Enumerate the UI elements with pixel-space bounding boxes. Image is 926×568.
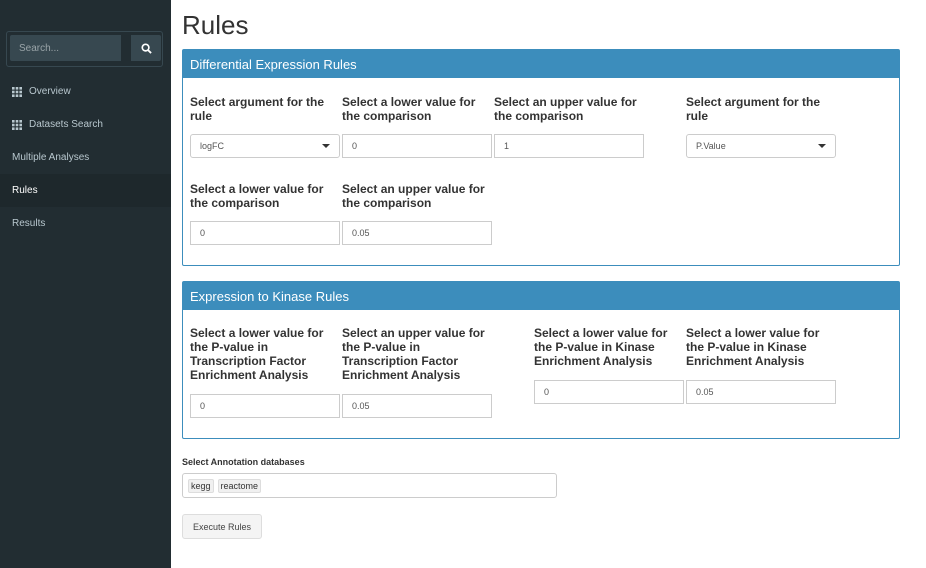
field-label: Select an upper value for the comparison: [494, 95, 637, 123]
kea-lower2-input[interactable]: 0.05: [686, 380, 836, 404]
grid-icon: [12, 119, 22, 130]
field-label: Select a lower value for the P-value in …: [534, 326, 668, 368]
field-label: Select an upper value for the comparison: [342, 182, 485, 210]
lower1-field: Select a lower value for the comparison: [342, 95, 488, 123]
input-value: 0.05: [352, 401, 370, 411]
upper2-field: Select an upper value for the comparison: [342, 182, 502, 210]
tf-lower-input[interactable]: 0: [190, 394, 340, 418]
field-label: Select a lower value for the comparison: [190, 182, 324, 210]
box-title: Expression to Kinase Rules: [183, 282, 899, 310]
kea-lower2-field: Select a lower value for the P-value in …: [686, 326, 832, 368]
upper2-input[interactable]: 0.05: [342, 221, 492, 245]
sidebar-item-label: Rules: [12, 185, 38, 196]
sidebar-search-form: [6, 31, 163, 67]
field-label: Select argument for the rule: [190, 95, 325, 123]
sidebar-item-results[interactable]: Results: [0, 207, 171, 240]
search-button[interactable]: [131, 35, 161, 61]
arg1-field: Select argument for the rule: [190, 95, 336, 123]
kea-lower-input[interactable]: 0: [534, 380, 684, 404]
annotation-multiselect[interactable]: kegg reactome: [182, 473, 557, 498]
box-title: Differential Expression Rules: [183, 50, 899, 78]
sidebar-item-overview[interactable]: Overview: [0, 75, 171, 108]
upper1-input[interactable]: 1: [494, 134, 644, 158]
input-value: 0.05: [696, 387, 714, 397]
arg1-select[interactable]: logFC: [190, 134, 340, 158]
main-content: Rules Differential Expression Rules Sele…: [171, 0, 926, 568]
caret-down-icon: [322, 144, 330, 148]
sidebar-item-label: Datasets Search: [29, 119, 103, 130]
sidebar-item-label: Overview: [29, 86, 71, 97]
search-icon: [140, 42, 152, 54]
field-label: Select an upper value for the P-value in…: [342, 326, 485, 382]
input-value: 0: [200, 228, 206, 238]
tf-upper-field: Select an upper value for the P-value in…: [342, 326, 498, 382]
sidebar-item-datasets-search[interactable]: Datasets Search: [0, 108, 171, 141]
select-value: P.Value: [696, 141, 726, 151]
upper1-field: Select an upper value for the comparison: [494, 95, 654, 123]
input-value: 0: [200, 401, 206, 411]
tf-lower-field: Select a lower value for the P-value in …: [190, 326, 336, 382]
input-value: 0: [352, 141, 358, 151]
grid-icon: [12, 86, 22, 97]
sidebar: Overview Datasets Search Multiple Analys…: [0, 0, 171, 568]
select-value: logFC: [200, 141, 225, 151]
lower2-input[interactable]: 0: [190, 221, 340, 245]
execute-rules-button[interactable]: Execute Rules: [182, 514, 262, 539]
kea-lower-field: Select a lower value for the P-value in …: [534, 326, 680, 368]
kinase-rules-box: Expression to Kinase Rules Select a lowe…: [182, 281, 900, 439]
input-value: 0: [544, 387, 550, 397]
field-label: Select a lower value for the comparison: [342, 95, 476, 123]
page-title: Rules: [182, 10, 249, 40]
sidebar-item-multiple-analyses[interactable]: Multiple Analyses: [0, 141, 171, 174]
field-label: Select a lower value for the P-value in …: [686, 326, 820, 368]
input-value: 0.05: [352, 228, 370, 238]
lower1-input[interactable]: 0: [342, 134, 492, 158]
annotation-tag[interactable]: kegg: [188, 478, 214, 493]
annotation-label: Select Annotation databases: [182, 457, 305, 467]
sidebar-item-label: Results: [12, 218, 46, 229]
annotation-tag[interactable]: reactome: [217, 478, 262, 493]
field-label: Select argument for the rule: [686, 95, 821, 123]
input-value: 1: [504, 141, 510, 151]
sidebar-item-rules[interactable]: Rules: [0, 174, 171, 207]
de-rules-box: Differential Expression Rules Select arg…: [182, 49, 900, 266]
search-input[interactable]: [10, 35, 121, 61]
tf-upper-input[interactable]: 0.05: [342, 394, 492, 418]
arg2-select[interactable]: P.Value: [686, 134, 836, 158]
lower2-field: Select a lower value for the comparison: [190, 182, 336, 210]
sidebar-item-label: Multiple Analyses: [12, 152, 90, 163]
sidebar-nav: Overview Datasets Search Multiple Analys…: [0, 75, 171, 240]
field-label: Select a lower value for the P-value in …: [190, 326, 324, 382]
caret-down-icon: [818, 144, 826, 148]
arg2-field: Select argument for the rule: [686, 95, 832, 123]
